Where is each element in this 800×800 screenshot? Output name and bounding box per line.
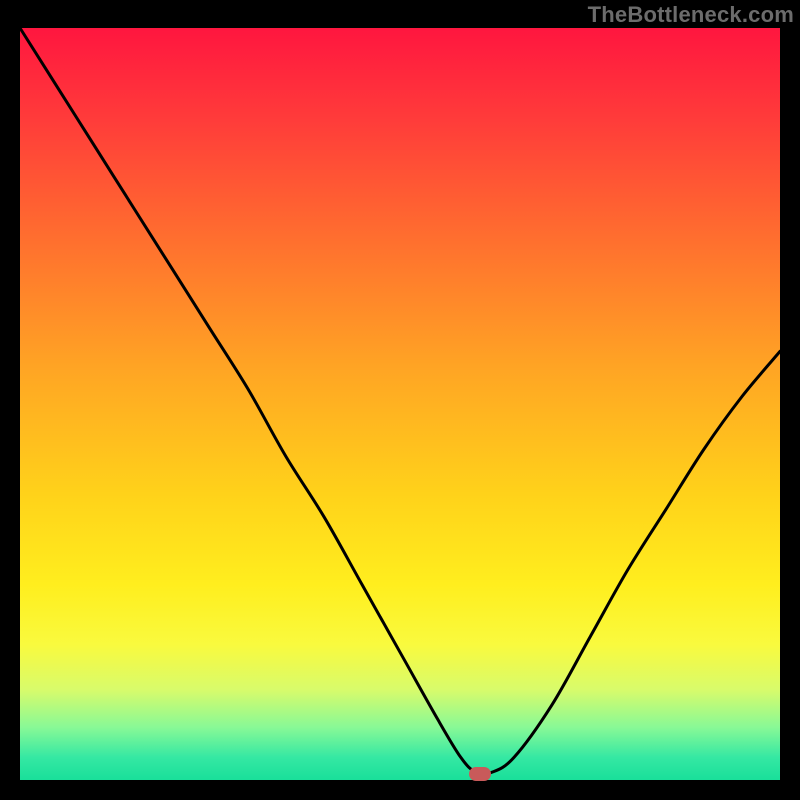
- bottleneck-curve: [20, 28, 780, 780]
- watermark-label: TheBottleneck.com: [588, 2, 794, 28]
- optimal-marker: [469, 767, 491, 781]
- chart-container: TheBottleneck.com: [0, 0, 800, 800]
- plot-area: [20, 28, 780, 780]
